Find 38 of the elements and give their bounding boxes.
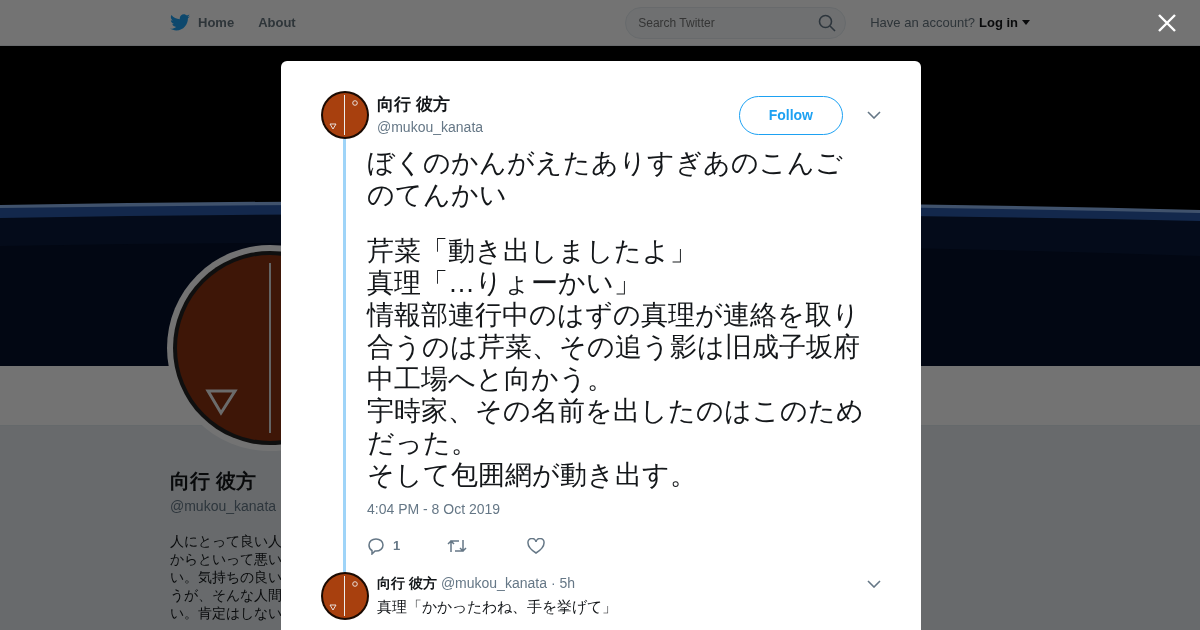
author-name: 向行 彼方 — [377, 93, 451, 116]
chevron-down-icon[interactable] — [867, 580, 881, 589]
bio-text: い。肯定はしない — [170, 605, 283, 623]
nav-link[interactable]: About — [258, 12, 296, 33]
nav-link[interactable]: Home — [170, 12, 235, 33]
tweet-text: 芹菜「動き出しましたよ」 — [367, 235, 698, 267]
login-link[interactable]: Log in — [979, 12, 1030, 33]
heart-icon[interactable] — [527, 537, 545, 554]
retweet-icon[interactable] — [447, 537, 467, 554]
bird-icon — [170, 14, 190, 31]
avatar — [321, 91, 369, 139]
comment-icon[interactable] — [367, 536, 385, 555]
profile-handle: @mukou_kanata — [170, 497, 278, 516]
author-handle: @mukou_kanata — [440, 574, 547, 593]
tweet-time: · 5h — [550, 574, 576, 593]
chevron-down-icon[interactable] — [867, 111, 881, 119]
follow-button[interactable]: Follow — [738, 95, 843, 135]
timestamp: 4:04 PM - 8 Oct 2019 — [367, 500, 502, 519]
bio-text: 人にとって良い人 — [170, 533, 283, 551]
account-prompt: Have an account? — [870, 13, 975, 32]
avatar — [321, 571, 369, 620]
bio-text: からといって悪い — [170, 551, 283, 569]
caret-icon — [1022, 20, 1030, 25]
author-handle: @mukou_kanata — [377, 118, 485, 138]
author-name: 向行 彼方 — [377, 574, 437, 593]
tweet-text: そして包囲網が動き出す。 — [367, 459, 698, 491]
tweet-text: 宇時家、その名前を出したのはこのためだった。 — [367, 395, 865, 459]
tweet-text: ぼくのかんがえたありすぎあのこんごのてんかい — [367, 147, 844, 211]
bio-text: うが、そんな人間 — [170, 587, 283, 605]
tweet-text: 真理「かかったわね、手を挙げて」 — [377, 596, 618, 617]
profile-name: 向行 彼方 — [170, 469, 257, 494]
close-icon[interactable] — [1158, 14, 1176, 32]
tweet-text: 真理「…りょーかい」 — [367, 267, 642, 299]
search-field[interactable]: Search Twitter — [625, 6, 847, 39]
search-icon — [818, 13, 837, 32]
bio-text: い。気持ちの良い — [170, 569, 283, 587]
reply-count: 1 — [393, 537, 401, 555]
tweet-text: 情報部連行中のはずの真理が連絡を取り合うのは芹菜、その追う影は旧成子坂府中工場へと向かう。 — [367, 299, 861, 395]
